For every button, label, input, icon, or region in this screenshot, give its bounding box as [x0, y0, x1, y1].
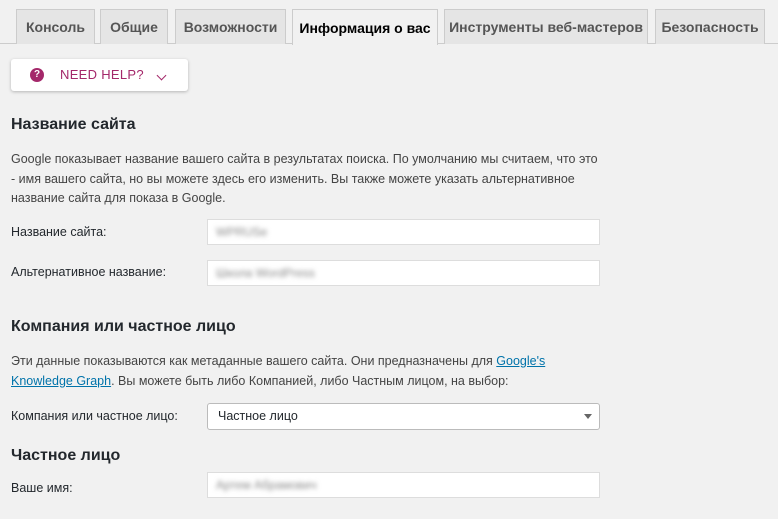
your-name-label: Ваше имя: [11, 481, 73, 495]
tab-features[interactable]: Возможности [175, 9, 286, 44]
company-heading: Компания или частное лицо [11, 318, 236, 335]
site-name-heading: Название сайта [11, 116, 136, 133]
settings-tabs: Консоль Общие Возможности Информация о в… [0, 0, 778, 45]
dropdown-arrow-icon [584, 414, 592, 419]
company-or-person-select[interactable]: Частное лицо [207, 403, 600, 430]
alternate-name-value: Школа WordPress [216, 266, 315, 280]
site-name-label: Название сайта: [11, 225, 107, 239]
company-description: Эти данные показываются как метаданные в… [11, 354, 546, 388]
tab-about-you[interactable]: Информация о вас [292, 9, 438, 45]
your-name-input[interactable]: Артем Абрамович [207, 472, 600, 498]
company-or-person-label: Компания или частное лицо: [11, 409, 178, 423]
alternate-name-label: Альтернативное название: [11, 265, 167, 279]
chevron-down-icon [156, 70, 167, 81]
company-or-person-value: Частное лицо [218, 409, 298, 423]
need-help-button[interactable]: ? NEED HELP? [11, 59, 188, 91]
site-name-value: WPRUSe [216, 225, 268, 239]
your-name-value: Артем Абрамович [216, 478, 317, 492]
site-name-input[interactable]: WPRUSe [207, 219, 600, 245]
tab-general[interactable]: Общие [100, 9, 168, 44]
tab-webmaster-tools[interactable]: Инструменты веб-мастеров [444, 9, 648, 44]
question-circle-icon: ? [30, 68, 44, 82]
tab-security[interactable]: Безопасность [655, 9, 765, 44]
alternate-name-input[interactable]: Школа WordPress [207, 260, 600, 286]
need-help-label: NEED HELP? [60, 67, 144, 82]
tab-console[interactable]: Консоль [16, 9, 95, 44]
person-heading: Частное лицо [11, 447, 121, 464]
site-name-description: Google показывает название вашего сайта … [11, 152, 598, 205]
